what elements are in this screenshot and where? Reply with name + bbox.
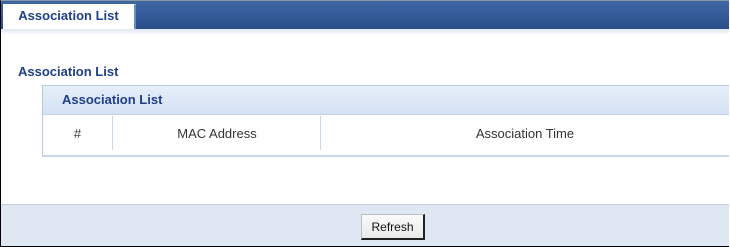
- column-header-mac-address: MAC Address: [112, 116, 321, 150]
- table-title: Association List: [62, 92, 163, 107]
- table-header-bar: Association List: [43, 86, 729, 115]
- column-header-association-time: Association Time: [320, 116, 729, 150]
- footer-bar: Refresh: [1, 204, 729, 246]
- tab-association-list[interactable]: Association List: [3, 4, 136, 29]
- page-frame: Association List Association List Associ…: [0, 0, 729, 247]
- tab-bar-shadow: [1, 29, 729, 35]
- tab-bar: Association List: [1, 1, 729, 29]
- column-header-number: #: [73, 125, 82, 141]
- association-table: Association List # MAC Address Associati…: [42, 85, 729, 157]
- refresh-button[interactable]: Refresh: [361, 214, 425, 240]
- section-title: Association List: [18, 64, 119, 79]
